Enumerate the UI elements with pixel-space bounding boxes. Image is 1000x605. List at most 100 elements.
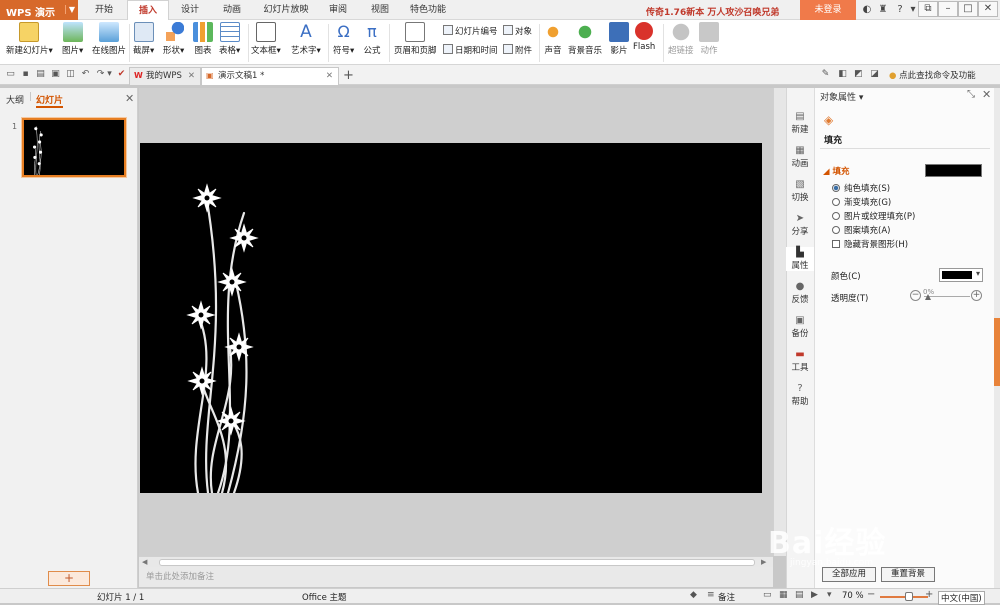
format-painter-icon[interactable]: ✔	[116, 69, 127, 80]
textbox-button[interactable]: 文本框▾	[251, 22, 281, 56]
slide-number-button[interactable]: 幻灯片编号	[443, 25, 498, 37]
sidebar-item-tools[interactable]: ▬ 工具	[786, 349, 814, 373]
export-pdf-icon[interactable]: ▤	[35, 69, 46, 80]
bookmark-icon[interactable]: ◧	[837, 69, 848, 80]
header-footer-button[interactable]: 页眉和页脚	[394, 22, 437, 56]
cube-icon[interactable]: ◩	[853, 69, 864, 80]
customize-arrow-icon[interactable]: ▾	[104, 69, 115, 80]
tab-fill[interactable]: 填充	[824, 133, 842, 146]
zoom-level[interactable]: 70 %	[842, 591, 864, 601]
flash-button[interactable]: Flash	[633, 22, 655, 52]
table-button[interactable]: 表格▾	[219, 22, 240, 56]
maximize-button[interactable]: □	[958, 1, 978, 17]
sidebar-item-feedback[interactable]: ● 反馈	[786, 281, 814, 305]
scroll-right-icon[interactable]: ▶	[761, 558, 766, 566]
scrollbar-thumb[interactable]	[159, 559, 755, 566]
new-slide-button[interactable]: 新建幻灯片▾	[6, 22, 53, 56]
tab-view[interactable]: 视图	[362, 0, 398, 20]
app-menu-button[interactable]: WPS 演示 ▼	[0, 0, 78, 20]
spell-check-icon[interactable]: ◆	[690, 590, 697, 600]
attachment-button[interactable]: 附件	[503, 44, 532, 56]
tab-slides[interactable]: 幻灯片	[36, 93, 64, 108]
bg-music-button[interactable]: 背景音乐	[568, 22, 602, 56]
apply-all-button[interactable]: 全部应用	[822, 567, 876, 582]
slider-thumb[interactable]	[925, 294, 931, 300]
screenshot-button[interactable]: 截屏▾	[133, 22, 154, 56]
picture-button[interactable]: 图片▾	[62, 22, 83, 56]
reset-background-button[interactable]: 重置背景	[881, 567, 935, 582]
object-button[interactable]: 对象	[503, 25, 532, 37]
tab-slideshow[interactable]: 幻灯片放映	[256, 0, 316, 20]
play-dropdown-icon[interactable]: ▾	[827, 590, 832, 600]
close-icon[interactable]: ✕	[188, 68, 195, 84]
print-icon[interactable]: ▣	[50, 69, 61, 80]
sidebar-item-new[interactable]: ▤ 新建	[786, 111, 814, 135]
tab-special-features[interactable]: 特色功能	[404, 0, 452, 20]
normal-view-icon[interactable]: ▭	[763, 590, 772, 600]
formula-button[interactable]: π 公式	[362, 22, 382, 56]
undo-icon[interactable]: ↶	[80, 69, 91, 80]
radio-picture-fill[interactable]: 图片或纹理填充(P)	[832, 210, 915, 222]
chart-button[interactable]: 图表	[193, 22, 213, 56]
color-dropdown[interactable]: ▾	[939, 268, 983, 282]
zoom-slider-thumb[interactable]	[905, 592, 913, 601]
notes-toggle[interactable]: 备注	[718, 591, 735, 603]
minimize-button[interactable]: –	[938, 1, 958, 17]
save-icon[interactable]: ▪	[20, 69, 31, 80]
fill-color-swatch[interactable]	[925, 164, 982, 177]
print-preview-icon[interactable]: ◫	[65, 69, 76, 80]
reading-view-icon[interactable]: ▤	[795, 590, 804, 600]
action-button[interactable]: 动作	[699, 22, 719, 56]
minus-icon[interactable]: −	[910, 290, 921, 301]
radio-pattern-fill[interactable]: 图案填充(A)	[832, 224, 890, 236]
panel-resize-handle[interactable]	[994, 318, 1000, 386]
close-icon[interactable]: ✕	[982, 88, 991, 101]
slide-canvas[interactable]	[140, 143, 762, 495]
command-search[interactable]: ● 点此查找命令及功能	[889, 69, 976, 81]
magic-wand-icon[interactable]: ✎	[820, 69, 831, 80]
restore-window-icon[interactable]: ⧉	[918, 1, 938, 17]
shirt-icon[interactable]: ♜	[876, 3, 890, 17]
wordart-button[interactable]: A 艺术字▾	[291, 22, 321, 56]
new-tab-button[interactable]: +	[343, 68, 354, 83]
tab-my-wps[interactable]: W 我的WPS ✕	[129, 67, 201, 85]
sidebar-item-help[interactable]: ? 帮助	[786, 383, 814, 407]
zoom-out-icon[interactable]: −	[867, 589, 875, 600]
add-slide-button[interactable]: +	[48, 571, 90, 586]
help-icon[interactable]: ?	[893, 3, 907, 17]
tab-design[interactable]: 设计	[172, 0, 208, 20]
feedback-small-icon[interactable]: ◪	[869, 69, 880, 80]
zoom-slider[interactable]	[880, 596, 928, 598]
sidebar-item-backup[interactable]: ▣ 备份	[786, 315, 814, 339]
close-button[interactable]: ✕	[978, 1, 998, 17]
notes-area[interactable]: 单击此处添加备注	[139, 567, 773, 587]
tab-animation[interactable]: 动画	[214, 0, 250, 20]
play-icon[interactable]: ▶	[811, 590, 818, 600]
sidebar-item-transition[interactable]: ▧ 切换	[786, 179, 814, 203]
close-icon[interactable]: ✕	[326, 68, 333, 84]
symbol-button[interactable]: Ω 符号▾	[333, 22, 354, 56]
date-time-button[interactable]: 日期和时间	[443, 44, 498, 56]
theme-name[interactable]: Office 主题	[302, 591, 347, 603]
tab-presentation-1[interactable]: ▣ 演示文稿1 * ✕	[201, 67, 339, 85]
sidebar-item-share[interactable]: ➤ 分享	[786, 213, 814, 237]
online-picture-button[interactable]: 在线图片	[92, 22, 126, 56]
shapes-button[interactable]: 形状▾	[163, 22, 184, 56]
tab-review[interactable]: 审阅	[320, 0, 356, 20]
scroll-left-icon[interactable]: ◀	[142, 558, 147, 566]
tab-insert[interactable]: 插入	[127, 0, 169, 21]
hyperlink-button[interactable]: 超链接	[668, 22, 694, 56]
sound-button[interactable]: 声音	[543, 22, 563, 56]
sidebar-item-property[interactable]: ▙ 属性	[786, 247, 814, 271]
notes-icon[interactable]: ≡	[707, 590, 715, 600]
pin-icon[interactable]: ⤡	[967, 89, 975, 100]
close-icon[interactable]: ✕	[125, 92, 134, 105]
radio-gradient-fill[interactable]: 渐变填充(G)	[832, 196, 891, 208]
fill-section-header[interactable]: ◢ 填充	[823, 165, 850, 177]
horizontal-scrollbar[interactable]: ◀ ▶	[139, 556, 773, 567]
zoom-in-icon[interactable]: +	[925, 589, 933, 600]
tab-home[interactable]: 开始	[86, 0, 122, 20]
open-folder-icon[interactable]: ▭	[5, 69, 16, 80]
plus-icon[interactable]: +	[971, 290, 982, 301]
slide-thumbnail[interactable]	[21, 117, 127, 178]
